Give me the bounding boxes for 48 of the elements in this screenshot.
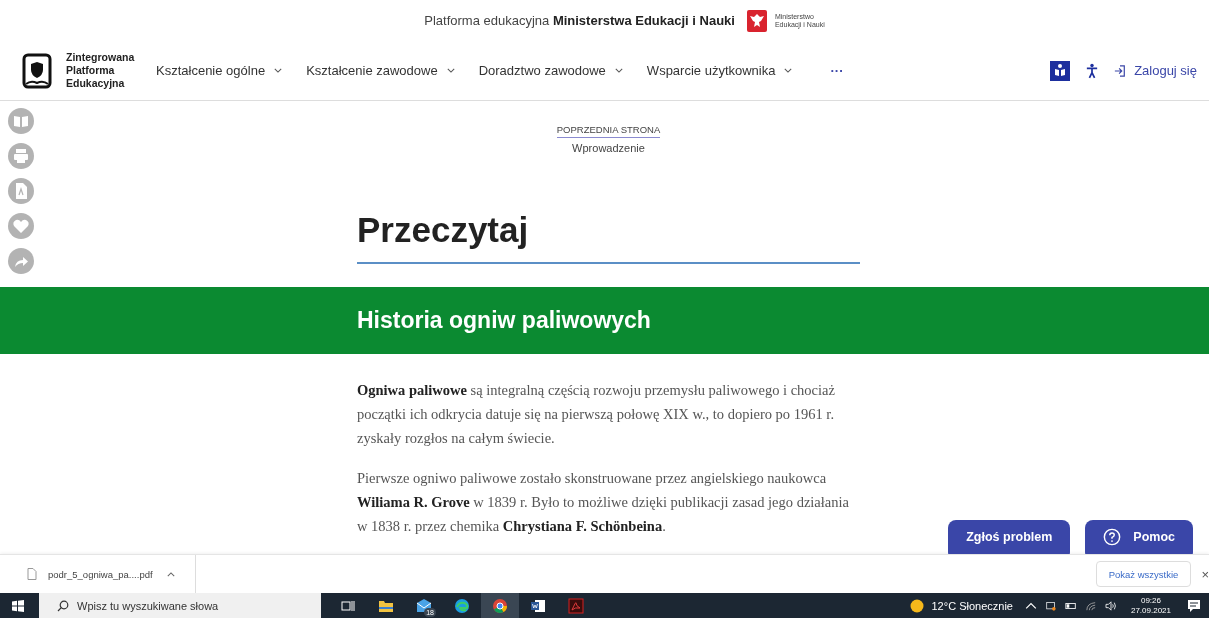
platform-name: Zintegrowana <box>66 51 136 65</box>
report-button[interactable]: Zgłoś problem <box>948 520 1071 555</box>
login-link[interactable]: Zaloguj się <box>1114 63 1197 79</box>
windows-start-icon[interactable] <box>12 599 24 612</box>
download-filename[interactable]: podr_5_ogniwa_pa....pdf <box>48 568 153 580</box>
chevron-down-icon[interactable] <box>784 68 793 74</box>
menu-item[interactable]: Kształcenie ogólne <box>156 63 283 79</box>
platform-caption: Platforma edukacyjna Ministerstwa Edukacji i Nauki <box>424 13 735 29</box>
shield-book-icon[interactable] <box>22 52 52 89</box>
edge-icon[interactable] <box>454 597 470 614</box>
help-button[interactable]: Pomoc <box>1085 520 1193 555</box>
chrome-icon[interactable] <box>492 597 508 614</box>
previous-page-label: POPRZEDNIA STRONA <box>556 123 661 138</box>
chevron-down-icon[interactable] <box>446 68 455 74</box>
chevron-down-icon[interactable] <box>614 68 623 74</box>
login-icon[interactable] <box>1114 64 1127 77</box>
word-icon[interactable] <box>530 597 546 614</box>
menu-item[interactable]: Kształcenie zawodowe <box>306 63 455 79</box>
accessibility-icon[interactable] <box>1086 62 1099 79</box>
clock-time[interactable]: 09:26 <box>1140 595 1161 606</box>
show-all-button[interactable]: Pokaż wszystkie <box>1095 561 1192 588</box>
search-icon[interactable] <box>57 599 69 612</box>
menu-item[interactable]: Wsparcie użytkownika <box>646 63 793 79</box>
chevron-down-icon[interactable] <box>274 68 283 74</box>
close-button[interactable]: × <box>1199 566 1209 582</box>
battery-icon[interactable] <box>1064 600 1077 611</box>
page-title: Przeczytaj <box>357 209 860 264</box>
speaker-icon[interactable] <box>1104 600 1117 611</box>
platform-name: Edukacyjna <box>66 77 126 91</box>
app-tray-icon[interactable] <box>1044 600 1057 611</box>
more-button[interactable]: ··· <box>830 63 844 79</box>
tray-caret-icon[interactable] <box>1024 600 1037 611</box>
platform-name: Platforma <box>66 64 116 78</box>
weather-text[interactable]: 12°C Słonecznie <box>931 599 1013 612</box>
help-icon[interactable] <box>1103 528 1122 547</box>
notification-icon[interactable] <box>1187 598 1201 613</box>
paragraph: Pierwsze ogniwo paliwowe zostało skonstruowane przez angielskiego naukowca Wiliama R. Grove w 1839 r. Było to możliwe dzięki publikacji zasad jego działania w 1838 r. przez chemika Chrystiana F. Schönbeina. <box>357 469 850 537</box>
caret-icon[interactable] <box>166 571 175 577</box>
menu-item[interactable]: Doradztwo zawodowe <box>478 63 623 79</box>
file-icon <box>27 568 37 581</box>
clock-date[interactable]: 27.09.2021 <box>1130 605 1171 616</box>
previous-page-link[interactable]: Wprowadzenie <box>572 141 645 154</box>
section-title: Historia ogniw paliwowych <box>357 307 651 335</box>
wifi-icon[interactable] <box>1084 600 1097 611</box>
paragraph: Ogniwa paliwowe są integralną częścią rozwoju przemysłu paliwowego i chociaż początki ich odkrycia datuje się na pierwszą połowę XIX w., to dopiero po 1961 r. zyskały rozgłos na całym świecie. <box>357 381 836 449</box>
mail-icon[interactable] <box>416 597 432 614</box>
sun-icon[interactable] <box>909 598 924 613</box>
acrobat-icon[interactable] <box>568 597 584 614</box>
